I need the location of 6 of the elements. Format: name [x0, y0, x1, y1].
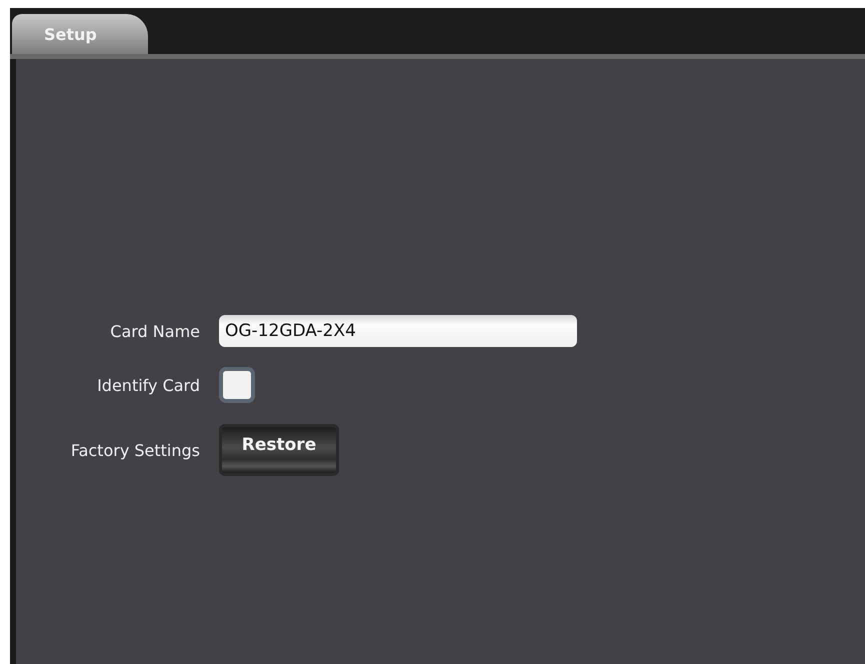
field-label: Identify Card — [96, 376, 200, 394]
restore-button[interactable]: Restore — [219, 424, 339, 476]
field-label: Card Name — [109, 322, 200, 340]
checkbox[interactable] — [219, 367, 255, 403]
card-name-field[interactable]: OG-12GDA-2X4 — [219, 315, 577, 347]
field-label: Factory Settings — [70, 440, 200, 460]
